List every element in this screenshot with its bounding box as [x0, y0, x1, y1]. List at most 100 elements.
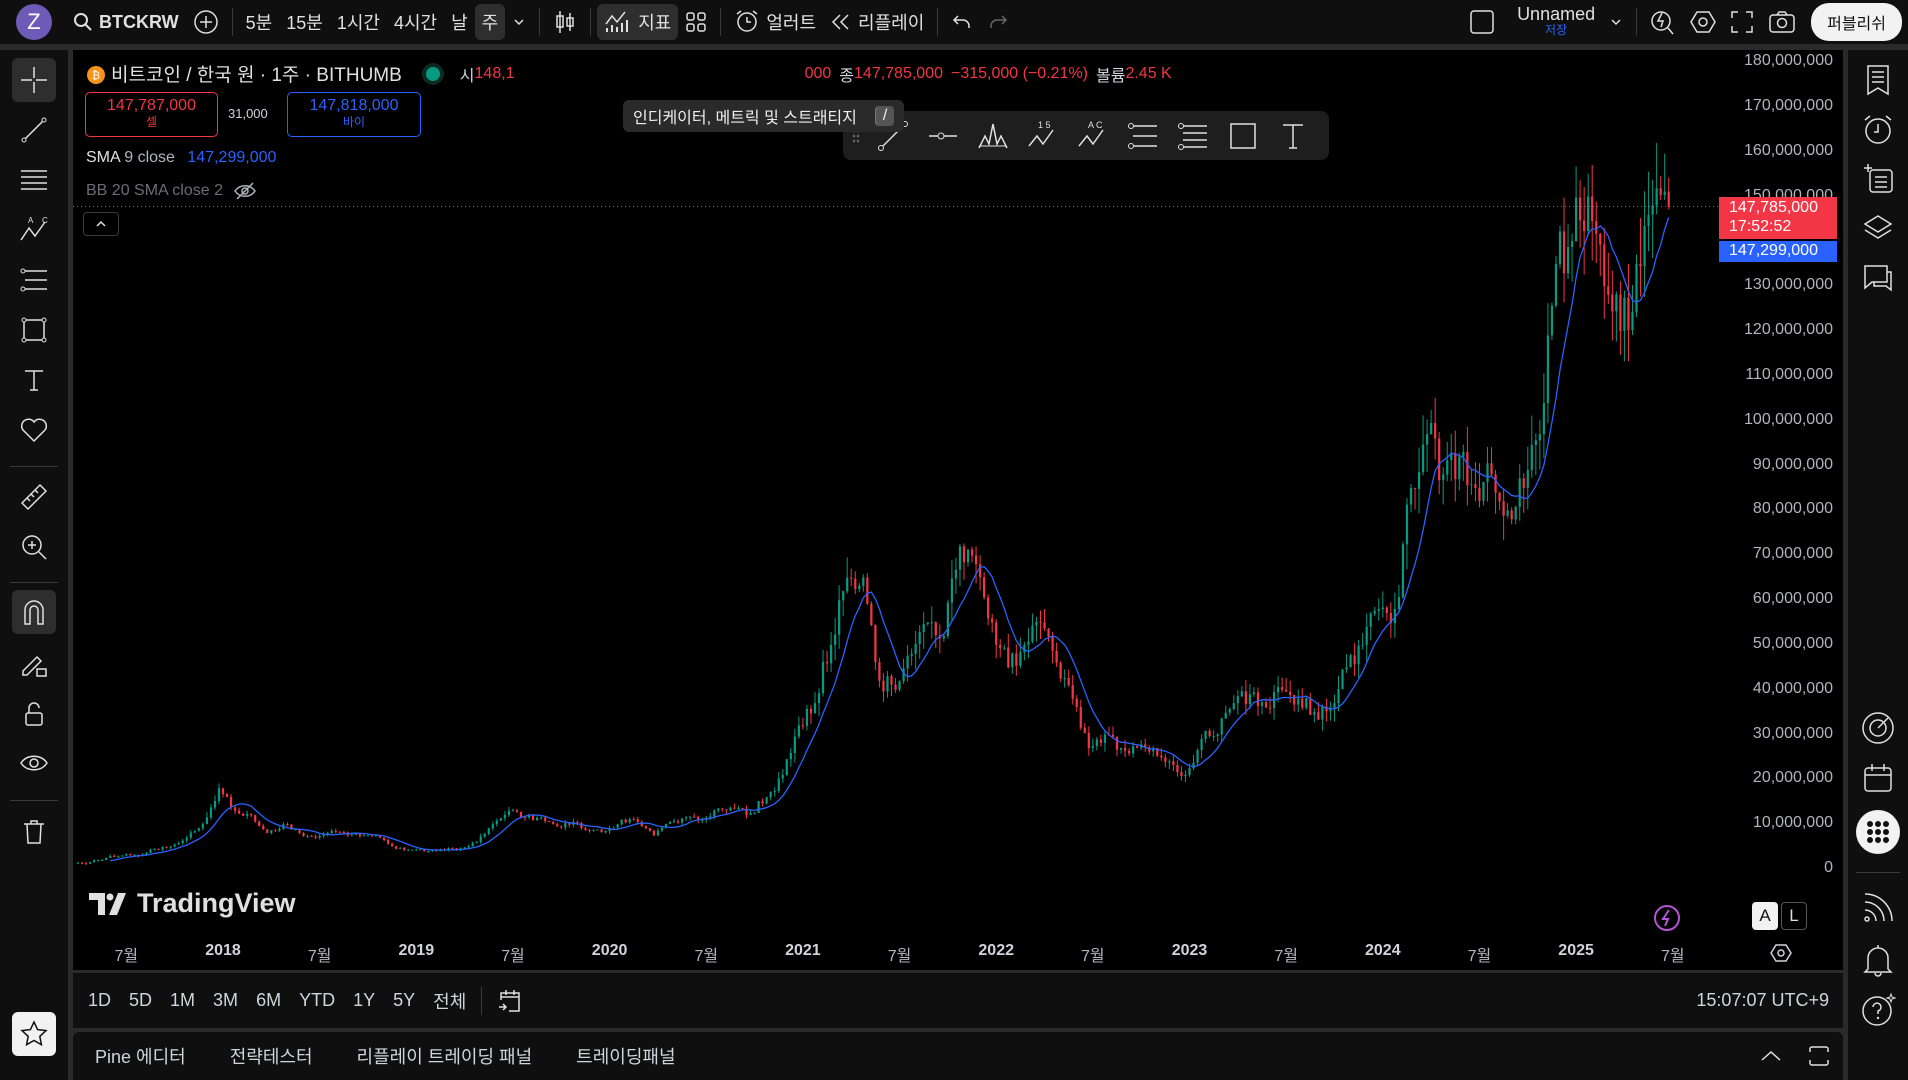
- buy-button[interactable]: 147,818,000 바이: [287, 92, 421, 137]
- candle-body: [1401, 544, 1405, 598]
- tradingview-watermark[interactable]: TradingView: [89, 888, 296, 919]
- publish-button[interactable]: 퍼블리쉬: [1811, 3, 1902, 41]
- quick-search-button[interactable]: [1643, 4, 1683, 40]
- go-to-date-button[interactable]: [488, 988, 532, 1014]
- sell-button[interactable]: 147,787,000 셀: [85, 92, 218, 137]
- range-5d[interactable]: 5D: [120, 990, 161, 1011]
- lock-all-tool[interactable]: [12, 692, 56, 736]
- help-button[interactable]: [1858, 990, 1898, 1030]
- forecast-tool[interactable]: [12, 258, 56, 302]
- axis-settings-icon[interactable]: [1770, 942, 1792, 964]
- screener-button[interactable]: [1858, 708, 1898, 748]
- horizontal-ray-icon[interactable]: [925, 120, 961, 152]
- price-chart[interactable]: [73, 50, 1843, 970]
- user-avatar[interactable]: Z: [16, 4, 52, 40]
- symbol-search[interactable]: BTCKRW: [66, 4, 186, 40]
- chat-button[interactable]: [1858, 258, 1898, 298]
- add-note-button[interactable]: [1858, 158, 1898, 198]
- candle-body: [391, 843, 394, 847]
- products-button[interactable]: [1856, 810, 1900, 854]
- remove-drawings-tool[interactable]: [12, 810, 56, 854]
- favorites-tool[interactable]: [12, 1012, 56, 1056]
- range-ytd[interactable]: YTD: [290, 990, 344, 1011]
- zoom-tool[interactable]: [12, 525, 56, 569]
- calendar-button[interactable]: [1858, 758, 1898, 798]
- fib-retracement-icon[interactable]: [1125, 120, 1161, 152]
- alerts-button[interactable]: [1858, 110, 1898, 150]
- magnet-tool[interactable]: [12, 590, 56, 634]
- chart-pane[interactable]: ₿ 비트코인 / 한국 원 · 1주 · BITHUMB 시 148,1 000…: [73, 50, 1843, 970]
- candle-body: [270, 830, 273, 834]
- tab-pine-editor[interactable]: Pine 에디터: [73, 1043, 208, 1069]
- crosshair-tool[interactable]: [12, 58, 56, 102]
- range-1d[interactable]: 1D: [79, 990, 120, 1011]
- abcd-pattern-icon[interactable]: A C: [1075, 120, 1111, 152]
- text-tool[interactable]: [12, 358, 56, 402]
- head-shoulders-icon[interactable]: [975, 120, 1011, 152]
- compare-button[interactable]: [186, 4, 226, 40]
- log-scale-button[interactable]: L: [1781, 902, 1807, 930]
- candle-body: [846, 577, 849, 592]
- fib-tool[interactable]: [12, 158, 56, 202]
- interval-week[interactable]: 주: [474, 4, 506, 40]
- market-status-dot[interactable]: [425, 66, 440, 81]
- candle-body: [870, 603, 873, 626]
- tab-replay-trading[interactable]: 리플레이 트레이딩 패널: [335, 1043, 555, 1069]
- icon-tool[interactable]: [12, 408, 56, 452]
- range-5y[interactable]: 5Y: [384, 990, 424, 1011]
- layout-button[interactable]: [1462, 4, 1502, 40]
- fullscreen-button[interactable]: [1723, 4, 1761, 40]
- indicators-button[interactable]: 지표: [597, 4, 679, 40]
- pattern-tool[interactable]: AC: [12, 208, 56, 252]
- rectangle-icon[interactable]: [1225, 120, 1261, 152]
- interval-4h[interactable]: 4시간: [387, 4, 444, 40]
- ideas-stream-button[interactable]: [1858, 888, 1898, 928]
- interval-5m[interactable]: 5분: [239, 4, 280, 40]
- symbol-title[interactable]: 비트코인 / 한국 원 · 1주 · BITHUMB: [111, 60, 402, 87]
- snapshot-button[interactable]: [1761, 4, 1803, 40]
- range-3m[interactable]: 3M: [204, 990, 247, 1011]
- grid-icon: [686, 12, 707, 32]
- eye-hidden-icon[interactable]: [233, 181, 257, 201]
- candle-body: [306, 835, 309, 837]
- notifications-button[interactable]: [1858, 940, 1898, 980]
- hide-drawings-tool[interactable]: [12, 742, 56, 786]
- range-1m[interactable]: 1M: [161, 990, 204, 1011]
- chevron-up-icon[interactable]: [1759, 1048, 1783, 1064]
- templates-button[interactable]: [678, 4, 714, 40]
- divider: [1856, 872, 1900, 873]
- range-all[interactable]: 전체: [424, 988, 475, 1014]
- range-6m[interactable]: 6M: [247, 990, 290, 1011]
- layout-name-menu[interactable]: Unnamed 저장: [1510, 4, 1602, 40]
- bb-legend[interactable]: BB 20 SMA close 2: [86, 181, 257, 201]
- tab-strategy-tester[interactable]: 전략테스터: [208, 1043, 335, 1069]
- watchlist-button[interactable]: [1858, 60, 1898, 100]
- undo-button[interactable]: [944, 4, 980, 40]
- layout-dropdown[interactable]: [1602, 4, 1630, 40]
- fib-extension-icon[interactable]: [1175, 120, 1211, 152]
- maximize-panel-icon[interactable]: [1807, 1044, 1831, 1068]
- text-icon[interactable]: [1275, 120, 1311, 152]
- lightning-icon[interactable]: [1652, 903, 1682, 933]
- interval-15m[interactable]: 15분: [279, 4, 330, 40]
- replay-button[interactable]: 리플레이: [823, 4, 931, 40]
- shape-tool[interactable]: [12, 308, 56, 352]
- auto-scale-button[interactable]: A: [1752, 902, 1778, 930]
- chart-type-button[interactable]: [546, 4, 584, 40]
- elliott-wave-icon[interactable]: 1 5: [1025, 120, 1061, 152]
- collapse-legend-button[interactable]: [83, 212, 119, 236]
- clock-timezone[interactable]: 15:07:07 UTC+9: [1696, 990, 1829, 1011]
- lock-drawing-tool[interactable]: [12, 642, 56, 686]
- settings-button[interactable]: [1683, 4, 1723, 40]
- range-1y[interactable]: 1Y: [344, 990, 384, 1011]
- sma-legend[interactable]: SMA 9 close 147,299,000: [86, 149, 276, 167]
- redo-button[interactable]: [980, 4, 1016, 40]
- trend-line-tool[interactable]: [12, 108, 56, 152]
- measure-tool[interactable]: [12, 475, 56, 519]
- interval-1h[interactable]: 1시간: [330, 4, 387, 40]
- interval-dropdown[interactable]: [505, 4, 533, 40]
- tab-trading-panel[interactable]: 트레이딩패널: [554, 1043, 697, 1069]
- alert-button[interactable]: 얼러트: [727, 4, 823, 40]
- interval-day[interactable]: 날: [444, 4, 475, 40]
- object-tree-button[interactable]: [1858, 208, 1898, 248]
